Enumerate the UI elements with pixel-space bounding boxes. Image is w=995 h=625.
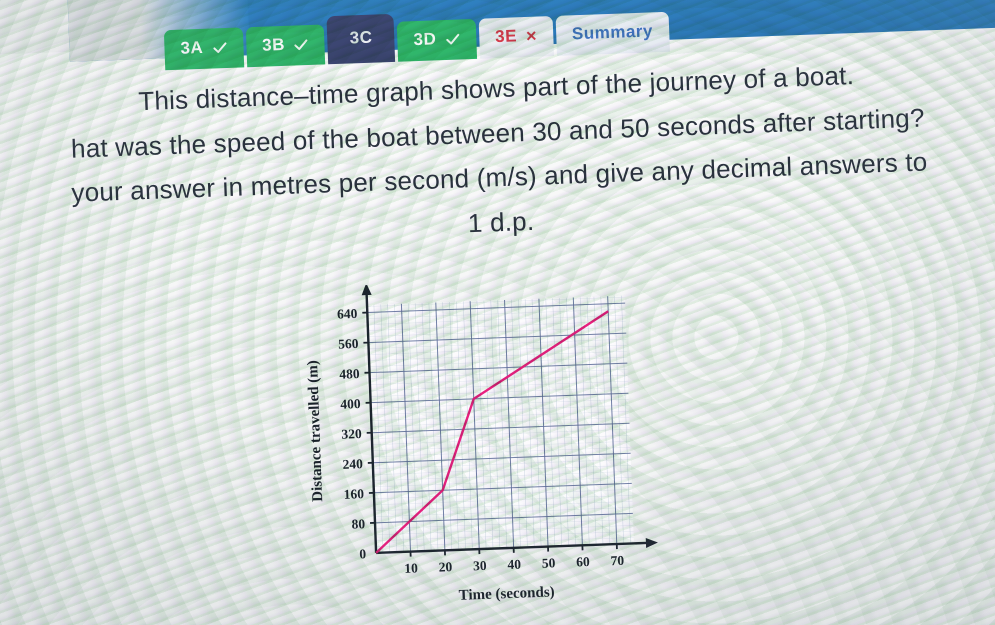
tab-summary-label: Summary (571, 21, 654, 44)
cross-icon: × (525, 25, 538, 47)
chart-svg: 10 20 30 40 50 60 70 0 80 160 240 320 400 480 560 640 Ti… (305, 283, 658, 604)
tab-3d[interactable]: 3D (396, 18, 478, 62)
tab-3c-label: 3C (349, 27, 373, 48)
tab-3e[interactable]: 3E × (478, 16, 554, 59)
tab-3a[interactable]: 3A (163, 27, 244, 71)
tab-3e-label: 3E (494, 26, 518, 47)
x-tick-label: 20 (438, 559, 452, 574)
x-tick-label: 40 (507, 557, 521, 572)
y-tick-label: 0 (359, 546, 367, 561)
x-axis-title: Time (seconds) (458, 584, 555, 604)
y-tick-label: 640 (337, 306, 358, 322)
y-tick-label: 80 (351, 516, 365, 531)
x-tick-label: 50 (542, 555, 556, 570)
y-axis-title: Distance travelled (m) (305, 360, 326, 502)
x-axis-arrow (645, 537, 658, 548)
y-axis-arrow (361, 283, 372, 296)
tab-3c[interactable]: 3C (326, 13, 396, 65)
y-tick-label: 160 (343, 486, 364, 502)
check-icon (445, 31, 461, 47)
y-tick-label: 240 (342, 456, 363, 472)
app-screen: 70,661 XP Oliver Camb 3A 3B 3C 3D (0, 0, 995, 625)
x-tick-label: 10 (404, 560, 418, 575)
tab-3a-label: 3A (180, 37, 204, 58)
x-tick-label: 30 (473, 558, 487, 573)
photographed-screen: 70,661 XP Oliver Camb 3A 3B 3C 3D (0, 0, 995, 625)
tab-3b-label: 3B (261, 34, 286, 55)
check-icon (212, 39, 228, 55)
question-text: This distance–time graph shows part of t… (0, 46, 995, 265)
x-tick-label: 60 (576, 554, 590, 569)
y-tick-label: 320 (341, 426, 362, 442)
tab-summary[interactable]: Summary (555, 11, 670, 56)
check-icon (294, 36, 310, 52)
tab-3d-label: 3D (413, 29, 437, 50)
y-tick-label: 560 (338, 336, 359, 352)
x-tick-label: 70 (610, 553, 624, 568)
tab-3b[interactable]: 3B (245, 24, 326, 68)
distance-time-graph: 10 20 30 40 50 60 70 0 80 160 240 320 400 480 560 640 Ti… (288, 275, 660, 618)
y-tick-label: 480 (339, 366, 360, 382)
y-tick-label: 400 (340, 396, 361, 412)
